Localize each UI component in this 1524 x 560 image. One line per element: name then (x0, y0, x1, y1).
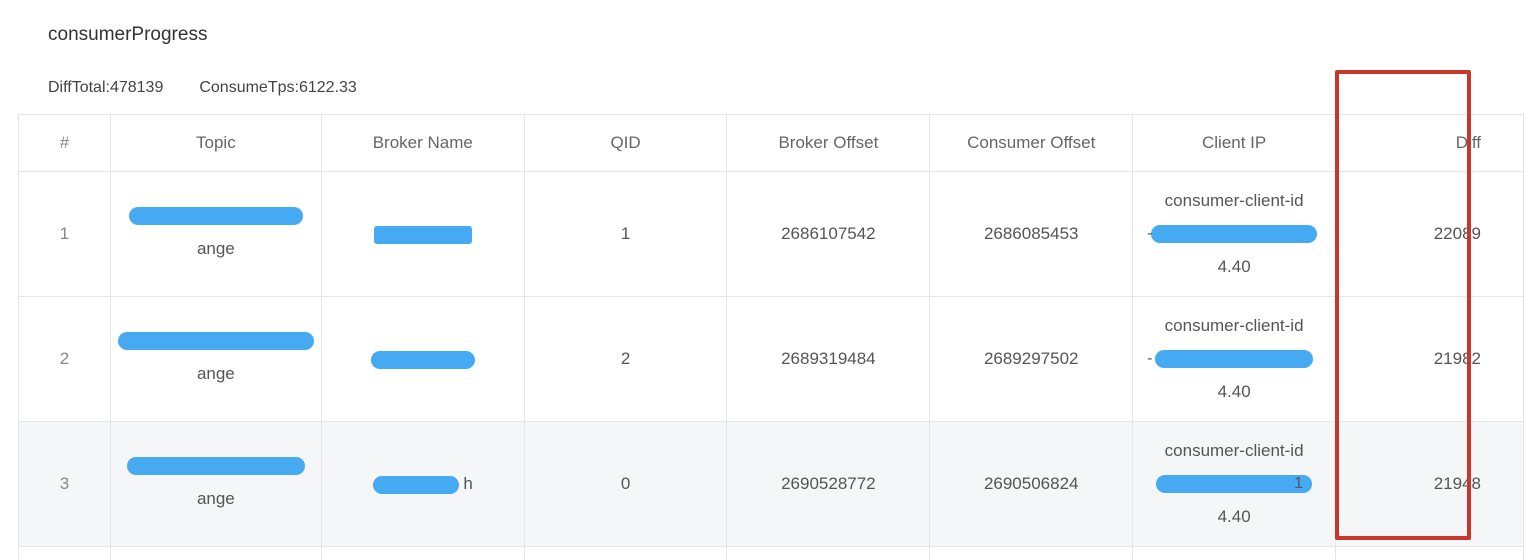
broker-offset-cell: 2686107542 (726, 171, 931, 297)
diff-cell: 21982 (1335, 296, 1524, 422)
page-title: consumerProgress (48, 24, 208, 45)
column-header-qid[interactable]: QID (523, 114, 728, 172)
topic-tail: ange (196, 239, 235, 258)
redaction-mark (128, 207, 303, 225)
table-row-partial (18, 546, 1524, 560)
empty-cell (18, 546, 111, 560)
empty-cell (109, 546, 322, 560)
client-ip-line3: 4.40 (1217, 257, 1251, 276)
topic-cell: ange (109, 421, 322, 547)
consumer-offset-cell: 2686085453 (929, 171, 1134, 297)
topic-cell: ange (109, 171, 322, 297)
broker-name-cell (320, 296, 525, 422)
client-ip-cell: consumer-client-id - 4.40 (1132, 296, 1337, 422)
empty-cell (726, 546, 931, 560)
broker-name-cell: h (320, 421, 525, 547)
column-header-index[interactable]: # (18, 114, 111, 172)
consumer-progress-page: consumerProgress DiffTotal:478139 Consume… (0, 0, 1524, 560)
column-header-diff[interactable]: Diff (1335, 114, 1524, 172)
broker-name-cell (320, 171, 525, 297)
table-row: 2 ange 2 2689319484 2689297502 consumer-… (18, 296, 1524, 422)
redaction-mark (117, 332, 314, 350)
redaction-mark (1151, 225, 1318, 243)
summary-bar: DiffTotal:478139 ConsumeTps:6122.33 (48, 79, 357, 97)
column-header-broker-name[interactable]: Broker Name (320, 114, 525, 172)
consumer-offset-cell: 2689297502 (929, 296, 1134, 422)
diff-total: DiffTotal:478139 (48, 79, 163, 96)
client-ip-line1: consumer-client-id (1164, 316, 1304, 335)
client-ip-line1: consumer-client-id (1164, 191, 1304, 210)
qid-cell: 2 (523, 296, 728, 422)
column-header-client-ip[interactable]: Client IP (1132, 114, 1337, 172)
qid-cell: 0 (523, 421, 728, 547)
client-ip-prefix: - (1147, 225, 1153, 242)
table-row: 1 ange 1 2686107542 2686085453 consumer-… (18, 171, 1524, 297)
column-header-broker-offset[interactable]: Broker Offset (726, 114, 931, 172)
redaction-mark (1155, 350, 1314, 368)
table-row: 3 ange h 0 2690528772 2690506824 consume (18, 421, 1524, 547)
empty-cell (1335, 546, 1524, 560)
broker-name-tail: h (463, 474, 473, 493)
client-ip-prefix: - (1147, 350, 1153, 367)
redaction-mark (1156, 475, 1313, 493)
column-header-topic[interactable]: Topic (109, 114, 322, 172)
consumer-progress-table: # Topic Broker Name QID Broker Offset Co… (18, 114, 1524, 560)
empty-cell (320, 546, 525, 560)
redaction-mark (373, 225, 472, 244)
consume-tps-value: 6122.33 (298, 79, 357, 96)
consumer-offset-cell: 2690506824 (929, 421, 1134, 547)
row-index: 2 (18, 296, 111, 422)
redaction-mark (372, 475, 459, 494)
qid-cell: 1 (523, 171, 728, 297)
column-header-consumer-offset[interactable]: Consumer Offset (929, 114, 1134, 172)
consume-tps-label: ConsumeTps: (199, 79, 299, 96)
diff-total-label: DiffTotal: (48, 79, 110, 96)
client-ip-line1: consumer-client-id (1164, 441, 1304, 460)
redaction-mark (126, 457, 305, 475)
broker-offset-cell: 2690528772 (726, 421, 931, 547)
diff-cell: 21948 (1335, 421, 1524, 547)
consume-tps: ConsumeTps:6122.33 (199, 79, 356, 96)
row-index: 1 (18, 171, 111, 297)
redaction-mark (370, 350, 475, 369)
row-index: 3 (18, 421, 111, 547)
empty-cell (929, 546, 1134, 560)
topic-cell: ange (109, 296, 322, 422)
topic-tail: ange (196, 489, 235, 508)
diff-total-value: 478139 (109, 79, 164, 96)
client-ip-cell: consumer-client-id 1 4.40 (1132, 421, 1337, 547)
empty-cell (523, 546, 728, 560)
client-ip-cell: consumer-client-id - 4.40 (1132, 171, 1337, 297)
empty-cell (1132, 546, 1337, 560)
broker-offset-cell: 2689319484 (726, 296, 931, 422)
topic-tail: ange (196, 364, 235, 383)
table-header-row: # Topic Broker Name QID Broker Offset Co… (18, 114, 1524, 172)
diff-cell: 22089 (1335, 171, 1524, 297)
client-ip-line3: 4.40 (1217, 382, 1251, 401)
client-ip-line3: 4.40 (1217, 507, 1251, 526)
client-ip-suffix: 1 (1294, 475, 1304, 492)
